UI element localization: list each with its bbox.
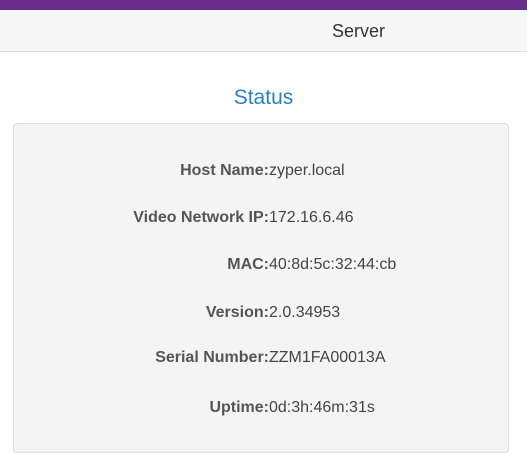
serial-number-value: ZZM1FA00013A xyxy=(269,349,386,366)
host-name-label: Host Name: xyxy=(180,162,269,179)
header-title: Server xyxy=(331,21,385,41)
version-row: Version: 2.0.34953 xyxy=(14,304,508,328)
version-label: Version: xyxy=(205,304,269,321)
uptime-label: Uptime: xyxy=(209,399,269,416)
status-panel: Host Name: zyper.local Video Network IP:… xyxy=(13,123,509,453)
host-name-value: zyper.local xyxy=(269,162,345,179)
video-network-ip-label: Video Network IP: xyxy=(133,209,269,226)
page-header: Server xyxy=(0,10,527,52)
version-value: 2.0.34953 xyxy=(269,304,341,321)
status-section-title: Status xyxy=(233,86,294,109)
top-accent-bar xyxy=(0,0,527,10)
host-name-row: Host Name: zyper.local xyxy=(14,162,508,186)
mac-label: MAC: xyxy=(227,256,269,273)
video-network-ip-value: 172.16.6.46 xyxy=(269,209,354,226)
uptime-row: Uptime: 0d:3h:46m:31s xyxy=(14,399,508,423)
serial-number-label: Serial Number: xyxy=(155,349,269,366)
uptime-value: 0d:3h:46m:31s xyxy=(269,399,375,416)
video-network-ip-row: Video Network IP: 172.16.6.46 xyxy=(14,209,508,233)
serial-number-row: Serial Number: ZZM1FA00013A xyxy=(14,349,508,373)
mac-value: 40:8d:5c:32:44:cb xyxy=(269,256,397,273)
mac-row: MAC: 40:8d:5c:32:44:cb xyxy=(14,256,508,280)
